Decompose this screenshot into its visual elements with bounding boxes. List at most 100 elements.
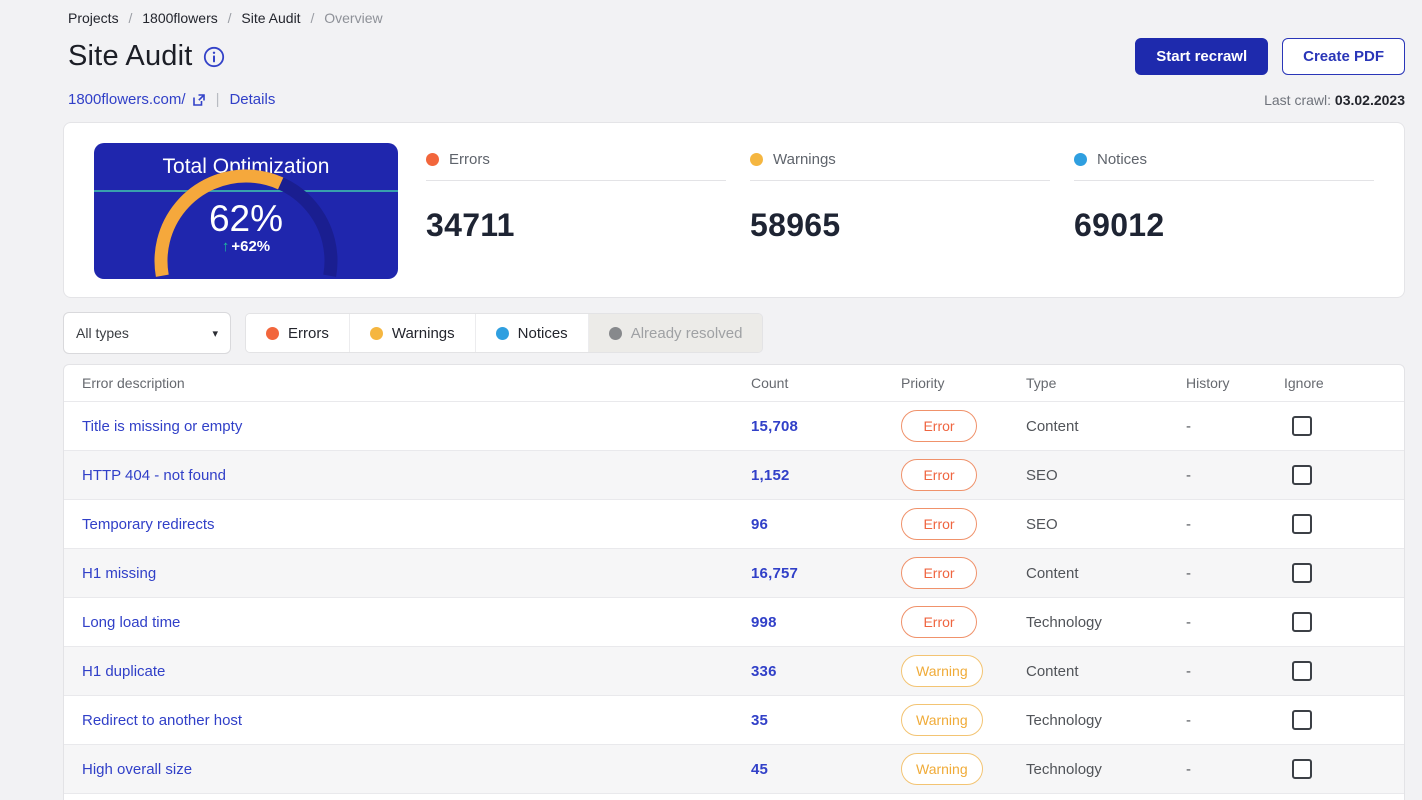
external-link-icon [192,93,206,107]
issue-history: - [1186,760,1191,778]
issue-description-link[interactable]: H1 missing [82,565,156,582]
filter-chip-notices[interactable]: Notices [475,314,589,352]
table-row: Title is missing or empty 15,708 Error Cont… [64,402,1404,451]
ignore-checkbox[interactable] [1292,465,1312,485]
issue-count-link[interactable]: 96 [751,516,768,533]
col-header-error-description: Error description [82,375,185,391]
arrow-up-icon: ↑ [221,238,230,255]
ignore-checkbox[interactable] [1292,514,1312,534]
filter-chip-warnings[interactable]: Warnings [349,314,476,352]
info-icon[interactable] [203,46,225,68]
type-filter-select[interactable]: All types ▾ [63,312,231,354]
page-title: Site Audit [68,40,193,72]
start-recrawl-button[interactable]: Start recrawl [1135,38,1269,75]
stat-notices-label: Notices [1097,151,1148,168]
issue-history: - [1186,711,1191,729]
header-actions: Start recrawl Create PDF [1135,38,1405,75]
issue-type: Technology [1026,760,1102,778]
ignore-checkbox[interactable] [1292,416,1312,436]
issue-count-link[interactable]: 45 [751,761,768,778]
issue-count-link[interactable]: 35 [751,712,768,729]
issue-type: Technology [1026,711,1102,729]
issues-table: Error description Count Priority Type Hi… [63,364,1405,800]
col-header-count: Count [751,375,789,391]
filter-row: All types ▾ Errors Warnings Notices Already… [63,312,1405,354]
issue-description-link[interactable]: H1 duplicate [82,663,165,680]
col-header-ignore: Ignore [1284,375,1324,391]
filter-chip-label: Errors [288,324,329,342]
gauge-text: 62% ↑ +62% [94,200,398,255]
notices-dot-icon [495,326,509,340]
stat-warnings-label: Warnings [773,151,836,168]
issue-type: Content [1026,417,1079,435]
type-filter-value: All types [76,325,129,341]
issue-count-link[interactable]: 15,708 [751,418,798,435]
table-row: H1 missing 16,757 Error Content - [64,549,1404,598]
warnings-dot-icon [750,153,763,166]
priority-badge: Error [901,557,977,589]
stat-errors-label: Errors [449,151,490,168]
breadcrumb-project-name[interactable]: 1800flowers [142,10,218,26]
ignore-checkbox[interactable] [1292,661,1312,681]
details-link[interactable]: Details [229,91,275,108]
issue-description-link[interactable]: Redirect to another host [82,712,242,729]
site-url-link[interactable]: 1800flowers.com/ [68,91,206,108]
breadcrumb: Projects / 1800flowers / Site Audit / Ov… [63,8,1405,26]
site-audit-page: Projects / 1800flowers / Site Audit / Ov… [0,0,1422,800]
issue-type: SEO [1026,466,1058,484]
last-crawl-label: Last crawl: [1264,91,1332,108]
issue-type: Content [1026,662,1079,680]
breadcrumb-separator: / [227,10,232,26]
priority-badge: Warning [901,704,983,736]
breadcrumb-separator: / [310,10,315,26]
issue-description-link[interactable]: Long load time [82,614,180,631]
col-header-priority: Priority [901,375,945,391]
stat-notices-head: Notices [1074,151,1374,181]
issue-history: - [1186,515,1191,533]
issue-description-link[interactable]: Title is missing or empty [82,418,242,435]
ignore-checkbox[interactable] [1292,710,1312,730]
issue-count-link[interactable]: 16,757 [751,565,798,582]
issue-description-link[interactable]: High overall size [82,761,192,778]
gauge-delta-value: +62% [231,238,271,255]
header-row: Site Audit Start recrawl Create PDF [63,38,1405,75]
ignore-checkbox[interactable] [1292,759,1312,779]
breadcrumb-projects[interactable]: Projects [68,10,119,26]
filter-chip-label: Already resolved [630,324,743,342]
stat-errors: Errors 34711 [426,151,726,244]
stat-warnings-head: Warnings [750,151,1050,181]
table-row: Long load time 998 Error Technology - [64,598,1404,647]
priority-badge: Warning [901,655,983,687]
already-resolved-dot-icon [608,326,622,340]
priority-badge: Error [901,606,977,638]
divider-pipe: | [215,91,220,108]
issue-description-link[interactable]: Temporary redirects [82,516,215,533]
stat-notices-value: 69012 [1074,207,1165,243]
gauge-body: 62% ↑ +62% [94,169,398,279]
breadcrumb-site-audit[interactable]: Site Audit [241,10,300,26]
gauge-value: 62% [208,198,284,239]
priority-badge: Error [901,459,977,491]
errors-dot-icon [266,326,279,340]
ignore-checkbox[interactable] [1292,563,1312,583]
table-row: HTTP 404 - not found 1,152 Error SEO - [64,451,1404,500]
issue-description-link[interactable]: HTTP 404 - not found [82,467,226,484]
issue-count-link[interactable]: 998 [751,614,777,631]
chevron-down-icon: ▾ [212,327,218,340]
stat-errors-head: Errors [426,151,726,181]
filter-chip-already-resolved[interactable]: Already resolved [588,314,763,352]
issue-count-link[interactable]: 1,152 [751,467,790,484]
priority-badge: Error [901,410,977,442]
issue-history: - [1186,662,1191,680]
issue-count-link[interactable]: 336 [751,663,777,680]
table-row: High overall size 45 Warning Technology - [64,745,1404,794]
breadcrumb-separator: / [128,10,133,26]
issue-history: - [1186,466,1191,484]
ignore-checkbox[interactable] [1292,612,1312,632]
filter-chip-label: Notices [517,324,568,342]
issue-history: - [1186,613,1191,631]
filter-chip-errors[interactable]: Errors [246,314,350,352]
stat-notices: Notices 69012 [1074,151,1374,244]
total-optimization-gauge: Total Optimization 62% ↑ +62% [94,143,398,279]
create-pdf-button[interactable]: Create PDF [1282,38,1405,75]
